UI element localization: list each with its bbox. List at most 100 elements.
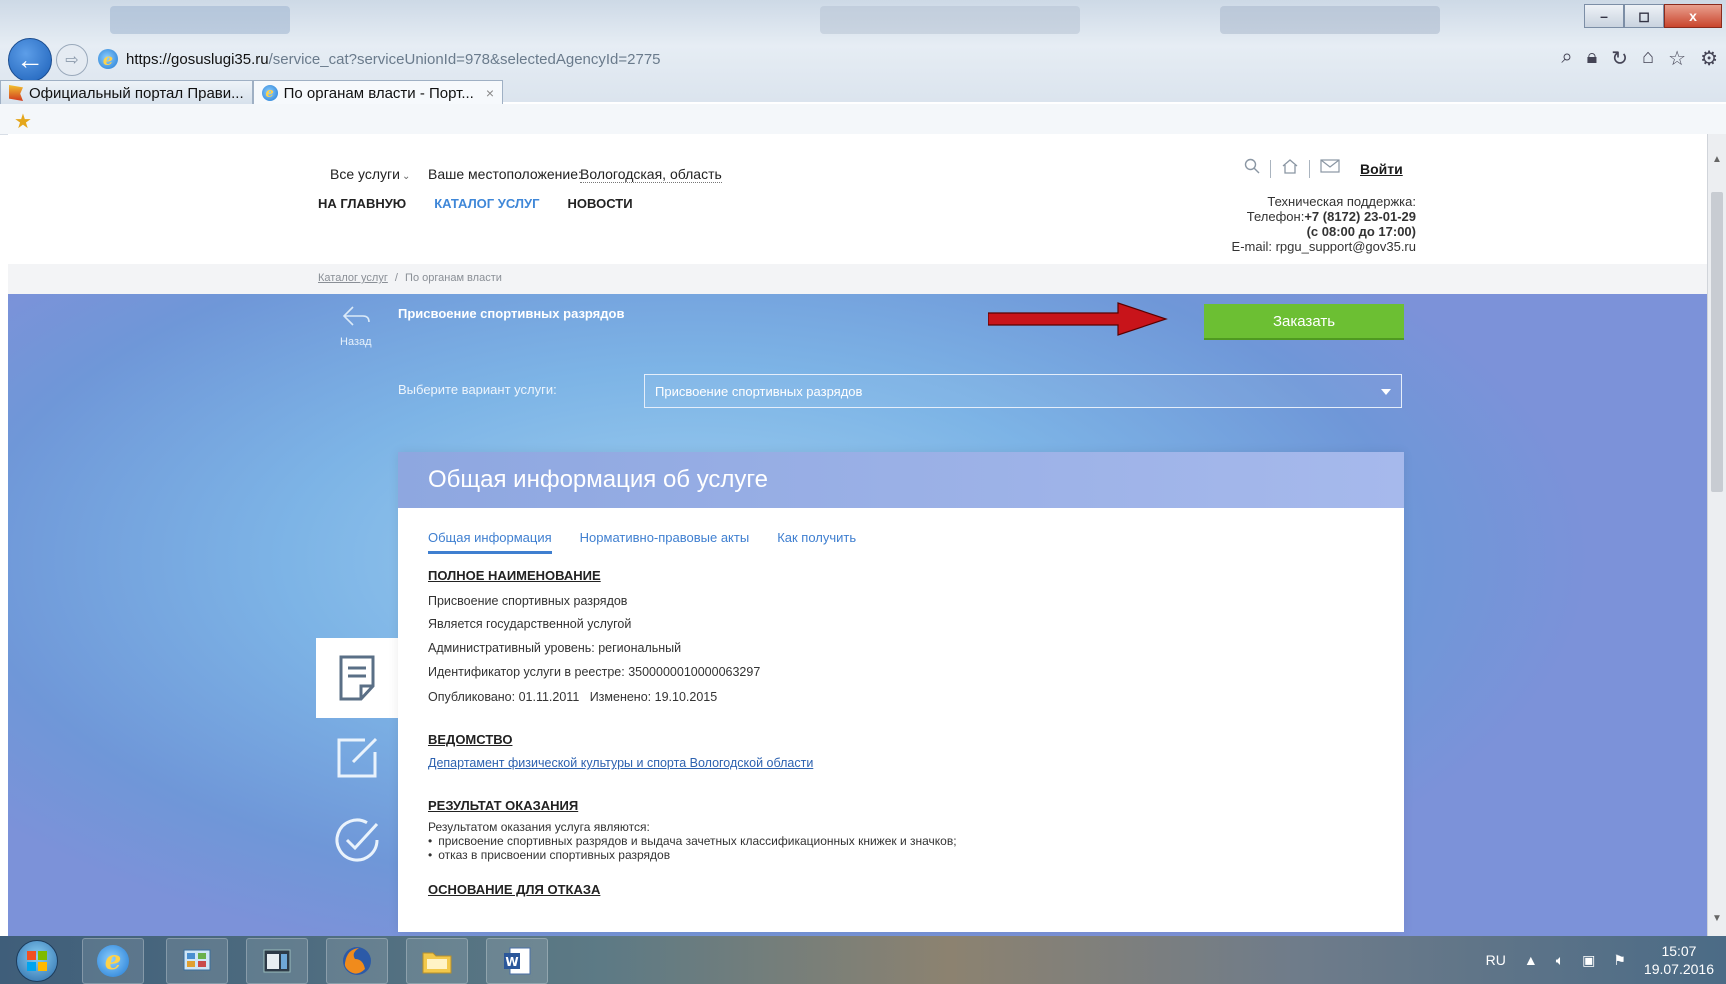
clock[interactable]: 15:07 19.07.2016	[1644, 942, 1714, 978]
result-intro: Результатом оказания услуга являются:	[428, 820, 650, 834]
mail-icon[interactable]	[1320, 159, 1340, 178]
folder-icon	[422, 952, 452, 974]
home-icon[interactable]: ⌂	[1642, 46, 1654, 71]
location-link[interactable]: Вологодская, область	[580, 166, 722, 183]
variant-selected-value: Присвоение спортивных разрядов	[655, 383, 863, 399]
full-name-line: Присвоение спортивных разрядов	[428, 594, 628, 608]
tab-by-authorities[interactable]: e По органам власти - Порт... ×	[252, 80, 504, 105]
home-icon[interactable]	[1281, 158, 1299, 179]
refusal-heading: ОСНОВАНИЕ ДЛЯ ОТКАЗА	[428, 882, 601, 897]
tab-general-info[interactable]: Общая информация	[428, 530, 552, 554]
card-tabs: Общая информация Нормативно-правовые акт…	[428, 530, 856, 554]
header-icons: Войти	[1244, 158, 1403, 179]
web-page: Все услуги ⌄ Ваше местоположение: Вологод…	[8, 134, 1718, 936]
action-center-flag-icon[interactable]: ⚑	[1613, 952, 1626, 969]
language-indicator[interactable]: RU	[1486, 952, 1506, 968]
caret-down-icon	[1381, 389, 1391, 395]
scroll-thumb[interactable]	[1711, 192, 1723, 492]
taskbar-window-app[interactable]	[246, 938, 308, 984]
taskbar-explorer[interactable]	[406, 938, 468, 984]
windows-taskbar: e W RU ▲ 🔈︎ ▣ ⚑ 15:07 19.07.2016	[0, 936, 1726, 984]
ie-icon: e	[97, 945, 129, 977]
order-button[interactable]: Заказать	[1204, 304, 1404, 340]
taskbar-ie[interactable]: e	[82, 938, 144, 984]
tab-how-to-get[interactable]: Как получить	[777, 530, 856, 554]
edit-icon	[337, 737, 378, 778]
chevron-down-icon: ⌄	[401, 171, 411, 182]
taskbar-control-panel[interactable]	[166, 938, 228, 984]
lock-icon[interactable]: 🔒︎	[1587, 46, 1598, 71]
variant-select[interactable]: Присвоение спортивных разрядов	[644, 374, 1402, 408]
registry-id-line: Идентификатор услуги в реестре: 35000000…	[428, 665, 761, 679]
nav-home[interactable]: НА ГЛАВНУЮ	[318, 196, 406, 211]
tab-label: Официальный портал Прави...	[29, 84, 244, 102]
result-heading: РЕЗУЛЬТАТ ОКАЗАНИЯ	[428, 798, 579, 813]
breadcrumb: Каталог услуг / По органам власти	[8, 264, 1718, 294]
all-services-label: Все услуги	[330, 166, 400, 182]
tab-official-portal[interactable]: Официальный портал Прави...	[0, 80, 253, 105]
support-phone-line: Телефон:+7 (8172) 23-01-29	[1232, 209, 1416, 224]
scroll-down-icon[interactable]: ▼	[1712, 913, 1722, 924]
support-hours: (с 08:00 до 17:00)	[1306, 224, 1416, 239]
arrow-left-icon: ←	[16, 44, 44, 75]
add-favorite-icon[interactable]: ★	[14, 109, 32, 134]
minimize-button[interactable]: –	[1584, 4, 1624, 28]
clock-time: 15:07	[1661, 943, 1697, 959]
side-tab-info[interactable]	[316, 638, 398, 718]
favorites-bar: ★	[0, 104, 1726, 135]
refresh-icon[interactable]: ↻	[1611, 46, 1628, 71]
card-title: Общая информация об услуге	[428, 466, 769, 493]
close-button[interactable]: x	[1664, 4, 1722, 28]
agency-link[interactable]: Департамент физической культуры и спорта…	[428, 756, 813, 770]
nav-catalog[interactable]: КАТАЛОГ УСЛУГ	[434, 196, 539, 211]
tab-legal-acts[interactable]: Нормативно-правовые акты	[580, 530, 750, 554]
variant-label: Выберите вариант услуги:	[398, 382, 557, 397]
tray-expand-icon[interactable]: ▲	[1524, 952, 1538, 968]
tab-label: По органам власти - Порт...	[283, 84, 474, 102]
start-button[interactable]	[16, 940, 58, 982]
blurred-region	[1220, 6, 1440, 34]
search-icon[interactable]: ⌕	[1561, 46, 1572, 71]
login-link[interactable]: Войти	[1360, 161, 1403, 177]
result-item: отказ в присвоении спортивных разрядов	[428, 848, 670, 862]
location-label: Ваше местоположение:	[428, 166, 582, 182]
favorites-star-icon[interactable]: ☆	[1668, 46, 1686, 71]
address-url[interactable]: https://gosuslugi35.ru/service_cat?servi…	[126, 51, 661, 68]
taskbar-firefox[interactable]	[326, 938, 388, 984]
back-label: Назад	[340, 336, 372, 348]
main-nav: НА ГЛАВНУЮ КАТАЛОГ УСЛУГ НОВОСТИ	[318, 196, 633, 211]
page-scrollbar[interactable]: ▲ ▼	[1707, 134, 1726, 936]
service-title: Присвоение спортивных разрядов	[398, 306, 625, 321]
svg-text:W: W	[505, 955, 518, 969]
support-phone: +7 (8172) 23-01-29	[1304, 209, 1416, 224]
breadcrumb-catalog-link[interactable]: Каталог услуг	[318, 272, 388, 284]
side-tab-status[interactable]	[316, 800, 398, 880]
support-phone-label: Телефон:	[1246, 209, 1305, 224]
window-app-icon	[263, 949, 291, 973]
url-path: /service_cat?serviceUnionId=978&selected…	[268, 50, 661, 68]
back-link[interactable]: Назад	[340, 304, 372, 348]
breadcrumb-current: По органам власти	[405, 272, 502, 284]
ie-page-icon: e	[98, 49, 118, 69]
service-info-card: Общая информация об услуге Общая информа…	[398, 452, 1404, 932]
full-name-heading: ПОЛНОЕ НАИМЕНОВАНИЕ	[428, 568, 601, 583]
nav-news[interactable]: НОВОСТИ	[568, 196, 633, 211]
maximize-button[interactable]: ◻	[1624, 4, 1664, 28]
document-icon	[339, 655, 375, 701]
scroll-up-icon[interactable]: ▲	[1712, 154, 1722, 165]
search-icon[interactable]	[1244, 158, 1260, 179]
taskbar-word[interactable]: W	[486, 938, 548, 984]
back-arrow-icon	[340, 304, 372, 333]
tab-close-icon[interactable]: ×	[486, 85, 494, 101]
browser-forward-button[interactable]: ⇨	[56, 44, 88, 76]
support-email: E-mail: rpgu_support@gov35.ru	[1231, 239, 1416, 254]
browser-back-button[interactable]: ←	[8, 38, 52, 82]
side-tab-apply[interactable]	[316, 718, 398, 798]
all-services-menu[interactable]: Все услуги ⌄	[330, 166, 410, 182]
volume-icon[interactable]: 🔈︎	[1556, 952, 1564, 969]
red-arrow-annotation	[988, 302, 1168, 336]
support-title: Техническая поддержка:	[1267, 194, 1416, 209]
network-icon[interactable]: ▣	[1582, 952, 1595, 969]
address-bar[interactable]: e https://gosuslugi35.ru/service_cat?ser…	[98, 47, 1538, 71]
gear-icon[interactable]: ⚙	[1700, 46, 1718, 71]
